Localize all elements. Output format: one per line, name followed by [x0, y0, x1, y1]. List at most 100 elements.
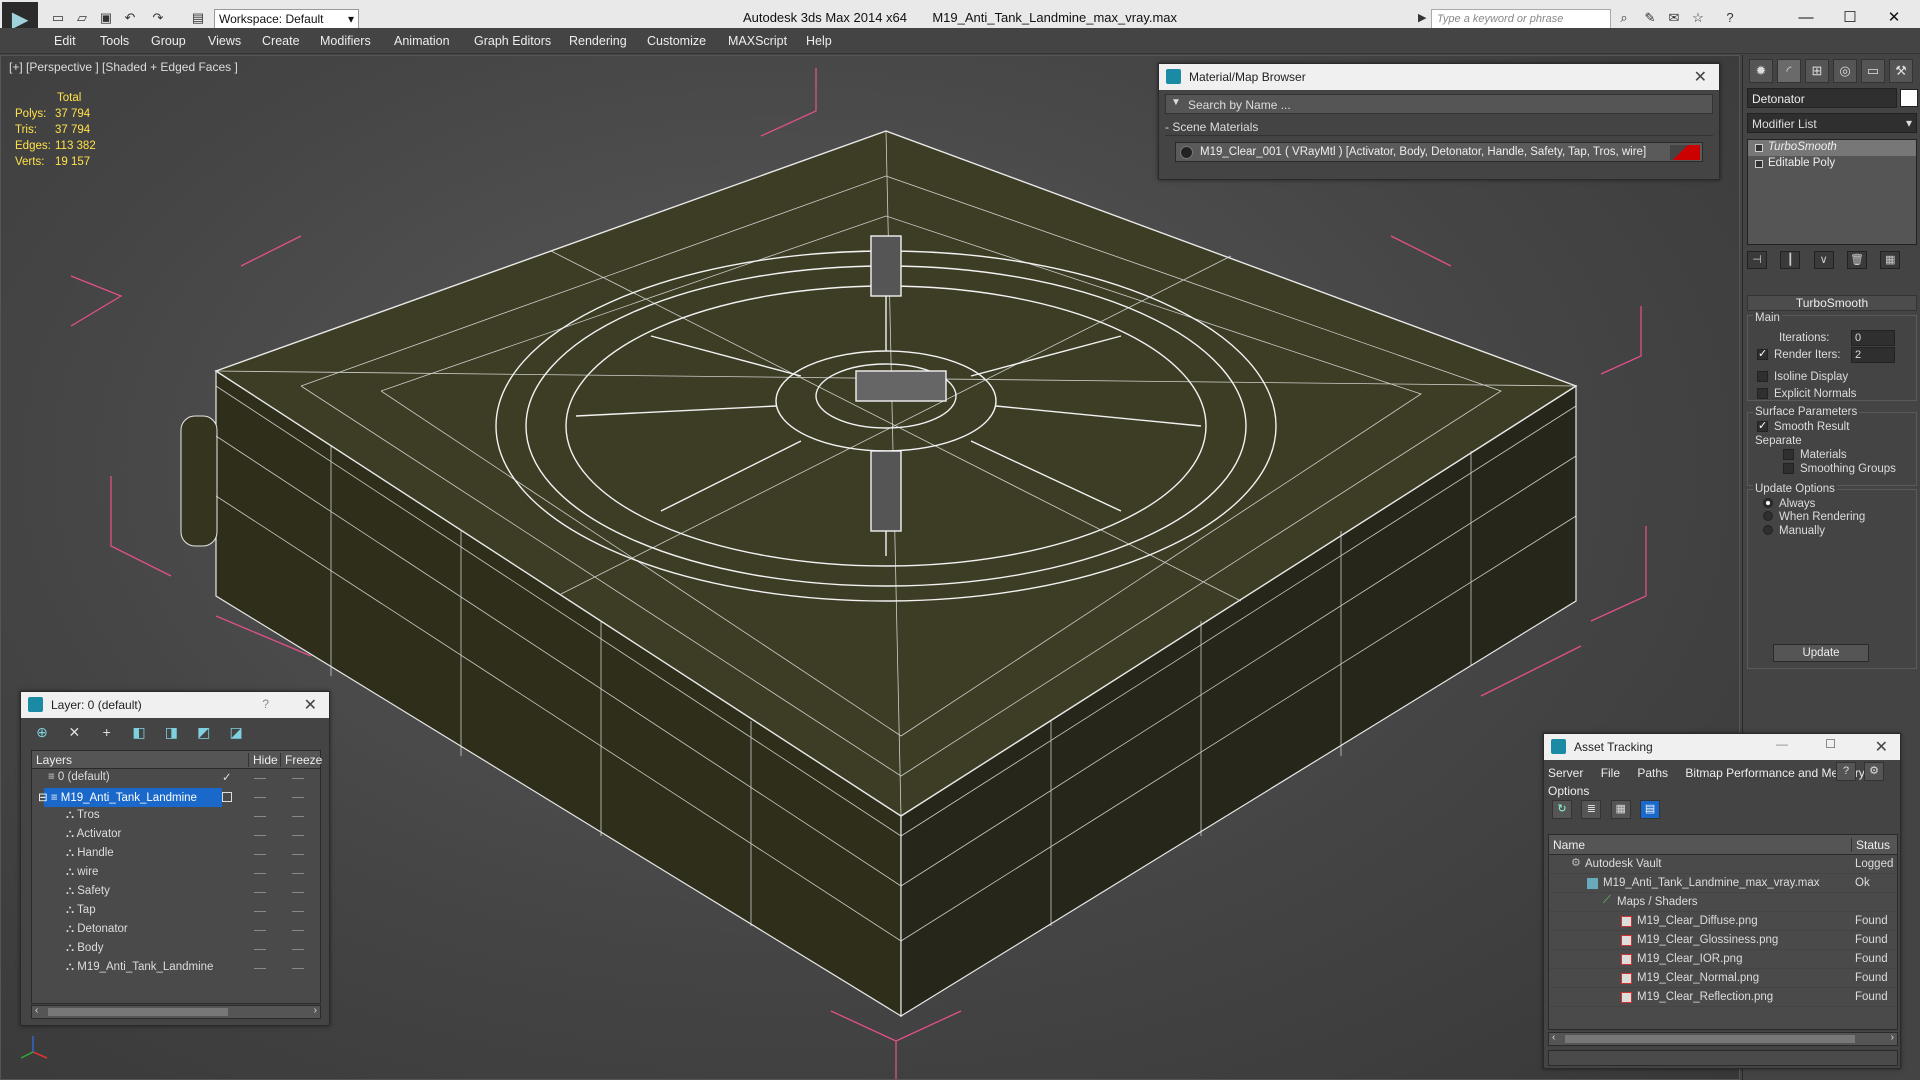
- menu-views[interactable]: Views: [208, 34, 241, 52]
- col-status[interactable]: Status: [1851, 838, 1890, 852]
- create-layer-icon[interactable]: ⊕: [31, 722, 53, 742]
- asset-menu-options[interactable]: Options: [1548, 784, 1589, 798]
- asset-row[interactable]: M19_Clear_IOR.png Found: [1549, 950, 1897, 969]
- open-file-icon[interactable]: ▱: [74, 11, 90, 25]
- menu-animation[interactable]: Animation: [394, 34, 450, 52]
- menu-edit[interactable]: Edit: [54, 34, 76, 52]
- layer-row[interactable]: ⊟ ≡ M19_Anti_Tank_Landmine: [32, 788, 320, 807]
- asset-tracking-titlebar[interactable]: Asset Tracking — ☐ ✕: [1544, 734, 1900, 760]
- settings-icon[interactable]: ⚙: [1864, 762, 1884, 781]
- layer-object-row[interactable]: ⛬ Tros: [32, 807, 320, 826]
- delete-layer-icon[interactable]: ✕: [63, 722, 85, 742]
- scroll-thumb[interactable]: [1565, 1035, 1855, 1043]
- motion-tab-icon[interactable]: ◎: [1833, 59, 1857, 83]
- col-name[interactable]: Name: [1553, 838, 1585, 852]
- utilities-tab-icon[interactable]: ⚒: [1889, 59, 1913, 83]
- asset-row[interactable]: M19_Clear_Normal.png Found: [1549, 969, 1897, 988]
- menu-customize[interactable]: Customize: [647, 34, 706, 52]
- layer-object-row[interactable]: ⛬ Activator: [32, 826, 320, 845]
- show-end-result-icon[interactable]: ┃: [1780, 251, 1801, 269]
- minimize-icon[interactable]: —: [1776, 737, 1788, 751]
- asset-row[interactable]: M19_Clear_Glossiness.png Found: [1549, 931, 1897, 950]
- menu-group[interactable]: Group: [151, 34, 186, 52]
- material-entry[interactable]: M19_Clear_001 ( VRayMtl ) [Activator, Bo…: [1175, 142, 1703, 162]
- asset-row[interactable]: ⟋ Maps / Shaders: [1549, 893, 1897, 912]
- update-button[interactable]: Update: [1773, 644, 1869, 662]
- asset-menu-paths[interactable]: Paths: [1637, 766, 1668, 780]
- create-tab-icon[interactable]: ✹: [1749, 59, 1773, 83]
- always-radio[interactable]: [1763, 498, 1773, 508]
- save-file-icon[interactable]: ▣: [98, 11, 114, 25]
- asset-row[interactable]: ⚙ Autodesk Vault Logged Out: [1549, 855, 1897, 874]
- object-name-field[interactable]: Detonator: [1747, 88, 1897, 108]
- workspace-dropdown[interactable]: Workspace: Default ▾: [214, 9, 359, 29]
- maximize-icon[interactable]: ☐: [1825, 737, 1836, 751]
- layer-object-row[interactable]: ⛬ Body: [32, 940, 320, 959]
- isoline-checkbox[interactable]: [1757, 371, 1768, 382]
- menu-maxscript[interactable]: MAXScript: [728, 34, 787, 52]
- select-in-layer-icon[interactable]: ◧: [128, 722, 150, 742]
- refresh-icon[interactable]: ↻: [1552, 800, 1572, 819]
- layer-horizontal-scrollbar[interactable]: ‹ ›: [31, 1005, 321, 1019]
- thumbnail-view-icon[interactable]: ▦: [1610, 800, 1631, 819]
- menu-graph-editors[interactable]: Graph Editors: [474, 34, 551, 52]
- new-file-icon[interactable]: ▭: [50, 11, 66, 25]
- menu-modifiers[interactable]: Modifiers: [320, 34, 371, 52]
- viewport-label[interactable]: [+] [Perspective ] [Shaded + Edged Faces…: [9, 60, 238, 74]
- help-icon[interactable]: ?: [1722, 11, 1738, 25]
- col-layers[interactable]: Layers: [36, 753, 72, 767]
- add-to-layer-icon[interactable]: +: [96, 722, 118, 742]
- layer-object-row[interactable]: ⛬ Detonator: [32, 921, 320, 940]
- remove-modifier-icon[interactable]: 🗑: [1847, 251, 1868, 269]
- expand-plus-icon[interactable]: [1755, 160, 1763, 168]
- render-iters-checkbox[interactable]: [1757, 347, 1768, 360]
- render-iters-spinner[interactable]: 2: [1851, 347, 1895, 363]
- menu-help[interactable]: Help: [806, 34, 832, 52]
- material-browser-titlebar[interactable]: Material/Map Browser ✕: [1159, 64, 1719, 90]
- table-view-icon[interactable]: ▤: [1640, 800, 1661, 819]
- lightbulb-icon[interactable]: [1755, 144, 1763, 152]
- layer-object-row[interactable]: ⛬ Safety: [32, 883, 320, 902]
- scene-materials-group[interactable]: - Scene Materials: [1165, 120, 1713, 136]
- materials-checkbox[interactable]: [1783, 449, 1794, 460]
- asset-menu-file[interactable]: File: [1601, 766, 1620, 780]
- stack-item-turbosmooth[interactable]: TurboSmooth: [1748, 140, 1916, 156]
- menu-tools[interactable]: Tools: [100, 34, 129, 52]
- when-rendering-radio[interactable]: [1763, 511, 1773, 521]
- scroll-right-icon[interactable]: ›: [314, 1005, 317, 1016]
- freeze-all-layers-icon[interactable]: ◪: [225, 722, 247, 742]
- asset-horizontal-scrollbar[interactable]: ‹ ›: [1548, 1032, 1898, 1046]
- set-current-box-icon[interactable]: [222, 792, 232, 802]
- scroll-right-icon[interactable]: ›: [1891, 1032, 1894, 1043]
- binoculars-icon[interactable]: ⌕: [1616, 11, 1632, 25]
- scroll-left-icon[interactable]: ‹: [1552, 1032, 1555, 1043]
- asset-row[interactable]: M19_Clear_Reflection.png Found: [1549, 988, 1897, 1007]
- layer-row[interactable]: ≡ 0 (default) ✓: [32, 769, 320, 788]
- project-folder-icon[interactable]: ▤: [190, 11, 206, 25]
- search-expand-icon[interactable]: ▶: [1418, 11, 1426, 24]
- current-layer-check-icon[interactable]: ✓: [222, 770, 232, 784]
- make-unique-icon[interactable]: ∨: [1813, 251, 1834, 269]
- menu-create[interactable]: Create: [262, 34, 300, 52]
- layer-dialog-titlebar[interactable]: Layer: 0 (default) ? ✕: [21, 692, 329, 718]
- turbosmooth-rollout-header[interactable]: TurboSmooth: [1747, 295, 1917, 311]
- modifier-list-dropdown[interactable]: Modifier List ▾: [1747, 113, 1917, 133]
- communication-icon[interactable]: ✉: [1666, 11, 1682, 25]
- undo-icon[interactable]: ↶: [122, 11, 138, 25]
- hide-all-layers-icon[interactable]: ◩: [193, 722, 215, 742]
- col-hide[interactable]: Hide: [248, 753, 278, 767]
- layer-object-row[interactable]: ⛬ Tap: [32, 902, 320, 921]
- material-search-input[interactable]: ▼ Search by Name ...: [1165, 94, 1713, 114]
- hierarchy-tab-icon[interactable]: ⊞: [1805, 59, 1829, 83]
- asset-row[interactable]: M19_Anti_Tank_Landmine_max_vray.max Ok: [1549, 874, 1897, 893]
- search-input[interactable]: Type a keyword or phrase: [1431, 9, 1611, 30]
- close-icon[interactable]: ✕: [1875, 737, 1888, 757]
- layer-object-row[interactable]: ⛬ wire: [32, 864, 320, 883]
- smooth-result-checkbox[interactable]: [1757, 419, 1768, 432]
- configure-sets-icon[interactable]: ▦: [1880, 251, 1901, 269]
- highlight-layer-icon[interactable]: ◨: [160, 722, 182, 742]
- asset-menu-server[interactable]: Server: [1548, 766, 1583, 780]
- stack-item-editable-poly[interactable]: Editable Poly: [1748, 156, 1916, 172]
- col-freeze[interactable]: Freeze: [280, 753, 322, 767]
- asset-row[interactable]: M19_Clear_Diffuse.png Found: [1549, 912, 1897, 931]
